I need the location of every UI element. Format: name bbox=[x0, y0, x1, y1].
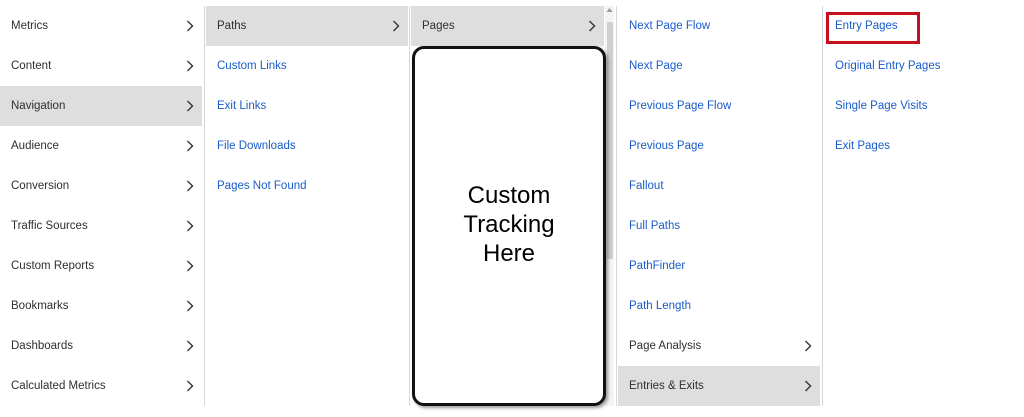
menu-item-label: Next Page Flow bbox=[629, 20, 711, 32]
menu-item-label: Original Entry Pages bbox=[835, 60, 941, 72]
menu-item-label: Bookmarks bbox=[11, 300, 69, 312]
menu-item-metrics[interactable]: Metrics bbox=[0, 6, 202, 46]
menu-item-traffic-sources[interactable]: Traffic Sources bbox=[0, 206, 202, 246]
menu-link-exit-links[interactable]: Exit Links bbox=[206, 86, 408, 126]
menu-item-label: Navigation bbox=[11, 100, 66, 112]
menu-item-calculated-metrics[interactable]: Calculated Metrics bbox=[0, 366, 202, 406]
menu-column-3: Pages bbox=[411, 6, 604, 46]
annotation-line: Here bbox=[482, 240, 536, 267]
menu-item-label: Next Page bbox=[629, 60, 683, 72]
menu-item-label: Metrics bbox=[11, 20, 49, 32]
menu-item-label: Calculated Metrics bbox=[11, 380, 106, 392]
chevron-right-icon bbox=[804, 326, 812, 366]
menu-item-entries-exits[interactable]: Entries & Exits bbox=[618, 366, 820, 406]
menu-item-label: Exit Pages bbox=[835, 140, 890, 152]
column-divider bbox=[616, 6, 617, 406]
menu-item-label: Custom Reports bbox=[11, 260, 95, 272]
annotation-line: Custom bbox=[467, 182, 551, 209]
scroll-up-arrow-icon[interactable] bbox=[606, 7, 613, 15]
chevron-right-icon bbox=[186, 206, 194, 246]
menu-link-previous-page[interactable]: Previous Page bbox=[618, 126, 820, 166]
menu-link-path-length[interactable]: Path Length bbox=[618, 286, 820, 326]
menu-column-4: Next Page Flow Next Page Previous Page F… bbox=[618, 6, 820, 406]
annotation-box: Custom Tracking Here bbox=[412, 46, 606, 406]
annotation-text: Custom Tracking Here bbox=[434, 181, 584, 403]
entry-pages-highlight-box bbox=[826, 12, 920, 44]
menu-item-content[interactable]: Content bbox=[0, 46, 202, 86]
menu-item-label: Paths bbox=[217, 20, 247, 32]
menu-item-label: Fallout bbox=[629, 180, 664, 192]
menu-item-label: Content bbox=[11, 60, 52, 72]
menu-link-exit-pages[interactable]: Exit Pages bbox=[824, 126, 1024, 166]
menu-item-label: File Downloads bbox=[217, 140, 296, 152]
menu-link-original-entry-pages[interactable]: Original Entry Pages bbox=[824, 46, 1024, 86]
menu-link-next-page-flow[interactable]: Next Page Flow bbox=[618, 6, 820, 46]
menu-column-1: Metrics Content Navigation Audience Conv… bbox=[0, 6, 202, 406]
menu-item-label: Conversion bbox=[11, 180, 70, 192]
menu-item-custom-reports[interactable]: Custom Reports bbox=[0, 246, 202, 286]
menu-link-custom-links[interactable]: Custom Links bbox=[206, 46, 408, 86]
column-divider bbox=[822, 6, 823, 406]
menu-item-label: Exit Links bbox=[217, 100, 267, 112]
chevron-right-icon bbox=[186, 126, 194, 166]
menu-link-next-page[interactable]: Next Page bbox=[618, 46, 820, 86]
menu-column-2: Paths Custom Links Exit Links File Downl… bbox=[206, 6, 408, 206]
menu-item-page-analysis[interactable]: Page Analysis bbox=[618, 326, 820, 366]
menu-item-label: Dashboards bbox=[11, 340, 74, 352]
menu-item-label: Entries & Exits bbox=[629, 380, 704, 392]
menu-item-label: Path Length bbox=[629, 300, 692, 312]
menu-item-label: Pages bbox=[422, 20, 455, 32]
chevron-right-icon bbox=[186, 246, 194, 286]
menu-item-conversion[interactable]: Conversion bbox=[0, 166, 202, 206]
menu-link-fallout[interactable]: Fallout bbox=[618, 166, 820, 206]
menu-item-label: Previous Page Flow bbox=[629, 100, 732, 112]
menu-link-file-downloads[interactable]: File Downloads bbox=[206, 126, 408, 166]
menu-item-audience[interactable]: Audience bbox=[0, 126, 202, 166]
menu-item-label: Previous Page bbox=[629, 140, 704, 152]
chevron-right-icon bbox=[186, 286, 194, 326]
menu-item-dashboards[interactable]: Dashboards bbox=[0, 326, 202, 366]
menu-link-pages-not-found[interactable]: Pages Not Found bbox=[206, 166, 408, 206]
annotation-line: Tracking bbox=[463, 211, 555, 238]
menu-item-label: Single Page Visits bbox=[835, 100, 928, 112]
chevron-right-icon bbox=[186, 326, 194, 366]
menu-item-label: Page Analysis bbox=[629, 340, 702, 352]
menu-item-label: Traffic Sources bbox=[11, 220, 88, 232]
chevron-right-icon bbox=[392, 6, 400, 46]
menu-item-label: PathFinder bbox=[629, 260, 686, 272]
menu-item-label: Pages Not Found bbox=[217, 180, 307, 192]
chevron-right-icon bbox=[186, 86, 194, 126]
chevron-right-icon bbox=[186, 166, 194, 206]
menu-item-label: Audience bbox=[11, 140, 59, 152]
menu-item-bookmarks[interactable]: Bookmarks bbox=[0, 286, 202, 326]
chevron-right-icon bbox=[186, 46, 194, 86]
menu-link-previous-page-flow[interactable]: Previous Page Flow bbox=[618, 86, 820, 126]
chevron-right-icon bbox=[804, 366, 812, 406]
chevron-right-icon bbox=[588, 6, 596, 46]
column-divider bbox=[204, 6, 205, 406]
menu-item-label: Full Paths bbox=[629, 220, 681, 232]
column-divider bbox=[409, 6, 410, 406]
chevron-right-icon bbox=[186, 366, 194, 406]
menu-item-navigation[interactable]: Navigation bbox=[0, 86, 202, 126]
menu-item-label: Custom Links bbox=[217, 60, 287, 72]
chevron-right-icon bbox=[186, 6, 194, 46]
menu-link-pathfinder[interactable]: PathFinder bbox=[618, 246, 820, 286]
menu-link-full-paths[interactable]: Full Paths bbox=[618, 206, 820, 246]
menu-item-pages[interactable]: Pages bbox=[411, 6, 604, 46]
menu-item-paths[interactable]: Paths bbox=[206, 6, 408, 46]
menu-link-single-page-visits[interactable]: Single Page Visits bbox=[824, 86, 1024, 126]
scrollbar-thumb[interactable] bbox=[607, 22, 613, 259]
